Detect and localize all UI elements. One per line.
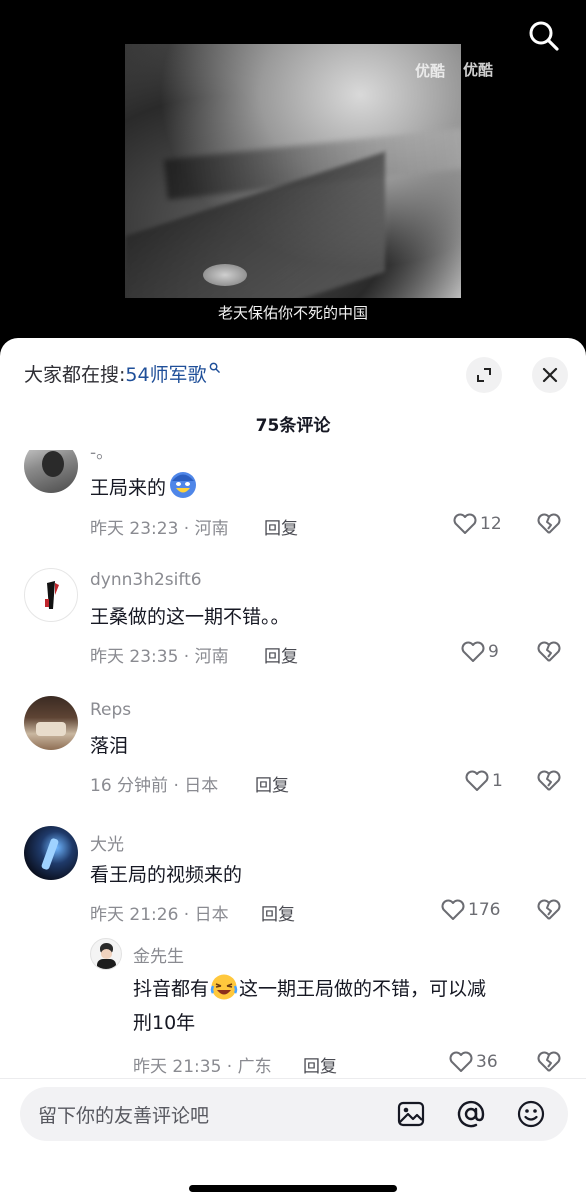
comment-sheet: 大家都在搜:54师军歌 75条评论 -。 王局来的 昨天 23:23 · 河南 … (0, 338, 586, 1200)
heart-icon (465, 770, 489, 791)
comment-meta: 16 分钟前 · 日本 (90, 776, 219, 796)
comment-text: 看王局的视频来的 (90, 864, 243, 886)
avatar[interactable] (90, 938, 122, 970)
like-count: 9 (488, 642, 499, 662)
reply-button[interactable]: 回复 (303, 1052, 337, 1077)
comment-meta: 昨天 23:35 · 河南 (90, 647, 229, 667)
comment-text: 王桑做的这一期不错。。 (90, 606, 290, 628)
like-button[interactable]: 9 (460, 640, 499, 664)
like-button[interactable]: 12 (452, 512, 502, 536)
expand-icon (477, 368, 491, 382)
video-player[interactable]: 优酷 优酷 老天保佑你不死的中国 (0, 0, 586, 345)
video-frame: 优酷 (125, 44, 461, 298)
like-button[interactable]: 36 (448, 1050, 498, 1074)
broken-heart-icon[interactable] (536, 898, 562, 922)
video-stone (203, 264, 247, 286)
avatar[interactable] (24, 826, 78, 880)
like-count: 1 (492, 771, 503, 791)
avatar-logo-icon (45, 581, 59, 609)
broken-heart-icon[interactable] (536, 512, 562, 536)
video-watermark-outer: 优酷 (463, 61, 494, 79)
close-icon (542, 367, 558, 383)
reply-button[interactable]: 回复 (255, 771, 289, 796)
heart-icon (441, 899, 465, 920)
comment-username[interactable]: dynn3h2sift6 (90, 570, 202, 590)
avatar[interactable] (24, 696, 78, 750)
comment-count: 75条评论 (255, 416, 331, 436)
video-watermark: 优酷 (414, 62, 445, 80)
like-button[interactable]: 1 (464, 769, 503, 793)
comment-input[interactable]: 留下你的友善评论吧 (20, 1087, 568, 1141)
like-count: 12 (480, 514, 502, 534)
reply-text-line2: 刑10年 (133, 1012, 196, 1034)
expand-button[interactable] (466, 357, 502, 393)
heart-icon (449, 1051, 473, 1072)
emoji-icon[interactable] (516, 1099, 546, 1129)
blue-laughing-emoji-icon (170, 472, 197, 498)
home-indicator[interactable] (189, 1185, 397, 1192)
reply-text-before: 抖音都有 (133, 978, 210, 1000)
comment-username[interactable]: 大光 (90, 830, 124, 855)
trending-search-keyword[interactable]: 54师军歌 (125, 364, 206, 386)
search-icon (529, 21, 559, 51)
reply-button[interactable]: 回复 (264, 514, 298, 539)
reply-button[interactable]: 回复 (261, 900, 295, 925)
reply-text-after: 这一期王局做的不错，可以减 (239, 978, 487, 1000)
comment-text: 王局来的 (90, 470, 198, 505)
comment-text-content: 王局来的 (90, 477, 167, 499)
rolling-laughing-emoji-icon (210, 974, 238, 1000)
comment-meta: 昨天 21:26 · 日本 (90, 905, 229, 925)
like-count: 176 (468, 900, 501, 920)
reply-text: 抖音都有 这一期王局做的不错，可以减 刑10年 (133, 972, 573, 1040)
comment-input-placeholder: 留下你的友善评论吧 (38, 1105, 210, 1127)
reply-button[interactable]: 回复 (264, 642, 298, 667)
comment-username[interactable]: Reps (90, 700, 131, 720)
broken-heart-icon[interactable] (536, 1050, 562, 1074)
heart-icon (461, 641, 485, 662)
comment-text: 落泪 (90, 735, 129, 757)
search-button[interactable] (526, 18, 562, 54)
heart-icon (453, 513, 477, 534)
comment-input-bar: 留下你的友善评论吧 (0, 1078, 586, 1200)
broken-heart-icon[interactable] (536, 640, 562, 664)
comment-username[interactable]: -。 (90, 450, 113, 463)
avatar[interactable] (24, 568, 78, 622)
comment-list[interactable]: -。 王局来的 昨天 23:23 · 河南 回复 12 dynn3h2sift6… (0, 450, 586, 1078)
mention-icon[interactable] (456, 1099, 486, 1129)
avatar[interactable] (24, 450, 78, 493)
comment-meta: 昨天 23:23 · 河南 (90, 519, 229, 539)
reply-username[interactable]: 金先生 (133, 942, 184, 967)
broken-heart-icon[interactable] (536, 769, 562, 793)
reply-meta: 昨天 21:35 · 广东 (133, 1057, 272, 1077)
image-icon[interactable] (396, 1099, 426, 1129)
trending-search[interactable]: 大家都在搜:54师军歌 (24, 360, 220, 387)
video-subtitle: 老天保佑你不死的中国 (217, 304, 368, 322)
like-count: 36 (476, 1052, 498, 1072)
small-search-icon (209, 362, 220, 373)
close-button[interactable] (532, 357, 568, 393)
like-button[interactable]: 176 (440, 898, 500, 922)
trending-search-prefix: 大家都在搜: (24, 364, 126, 386)
